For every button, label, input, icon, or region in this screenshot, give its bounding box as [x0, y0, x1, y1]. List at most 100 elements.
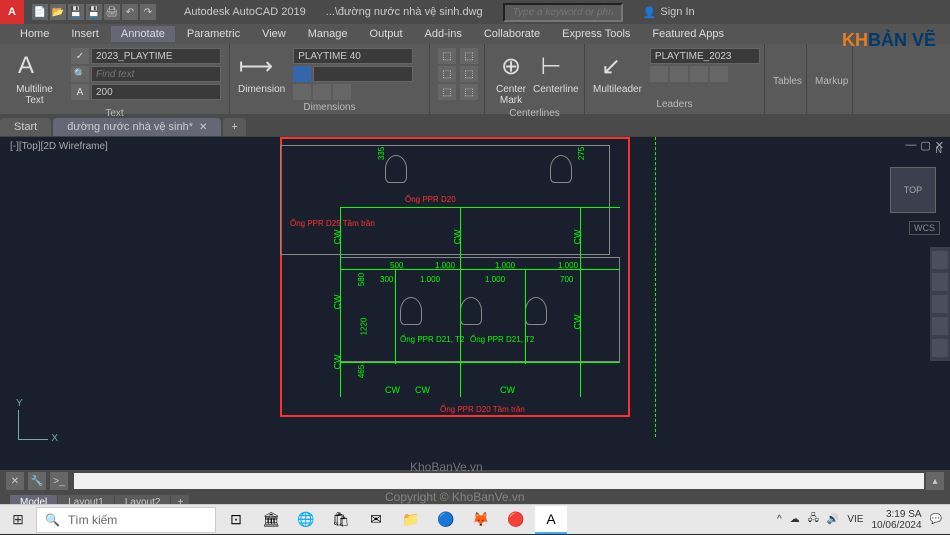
tab-output[interactable]: Output [360, 26, 413, 42]
multileader-button[interactable]: ↙ Multileader [593, 48, 642, 95]
tool3-icon[interactable]: ⬚ [438, 84, 456, 100]
multileader-icon: ↙ [593, 48, 629, 84]
windows-search[interactable]: 🔍 Tìm kiếm [36, 507, 216, 533]
toilet-icon [550, 155, 572, 183]
explorer-icon[interactable]: 📁 [395, 506, 427, 534]
compass-n[interactable]: N [936, 145, 943, 155]
text-height-input[interactable] [91, 84, 221, 100]
find-text-input[interactable] [91, 66, 221, 82]
undo-icon[interactable]: ↶ [122, 4, 138, 20]
command-input[interactable] [74, 473, 924, 489]
dim-layer-select[interactable] [313, 66, 413, 82]
taskview-icon[interactable]: ⊡ [220, 506, 252, 534]
signin-button[interactable]: 👤 Sign In [643, 6, 695, 19]
saveas-icon[interactable]: 💾 [86, 4, 102, 20]
dim-style-select[interactable] [293, 48, 413, 64]
tool2-icon[interactable]: ⬚ [438, 66, 456, 82]
tab-express[interactable]: Express Tools [552, 26, 640, 42]
autocad-icon[interactable]: A [535, 506, 567, 534]
leader-tool4-icon[interactable] [710, 66, 728, 82]
view-cube[interactable]: TOP [890, 167, 936, 213]
save-icon[interactable]: 💾 [68, 4, 84, 20]
panel-text: A Multiline Text ✓ 🔍 A Text [0, 44, 230, 114]
tab-insert[interactable]: Insert [61, 26, 109, 42]
customize-icon[interactable]: 🔧 [28, 472, 46, 490]
search-icon: 🔍 [45, 513, 60, 527]
leader-tool3-icon[interactable] [690, 66, 708, 82]
multiline-text-button[interactable]: A Multiline Text [8, 48, 61, 106]
dimension-button[interactable]: ⟼ Dimension [238, 48, 285, 95]
pipe [525, 269, 526, 364]
chrome-icon[interactable]: 🔴 [500, 506, 532, 534]
leader-tool1-icon[interactable] [650, 66, 668, 82]
notification-icon[interactable]: 💬 [930, 514, 942, 525]
wcs-label[interactable]: WCS [909, 221, 940, 235]
pan-icon[interactable] [932, 273, 948, 291]
tab-addins[interactable]: Add-ins [415, 26, 472, 42]
close-icon[interactable]: ✕ [199, 122, 207, 133]
tab-parametric[interactable]: Parametric [177, 26, 250, 42]
tool5-icon[interactable]: ⬚ [460, 66, 478, 82]
tab-home[interactable]: Home [10, 26, 59, 42]
tool6-icon[interactable]: ⬚ [460, 84, 478, 100]
color-swatch[interactable] [293, 66, 311, 82]
tab-start[interactable]: Start [0, 118, 51, 136]
app-icon[interactable]: 🌐 [290, 506, 322, 534]
start-button[interactable]: ⊞ [0, 505, 36, 535]
mail-icon[interactable]: ✉ [360, 506, 392, 534]
store-icon[interactable]: 🛍 [325, 506, 357, 534]
text-style-select[interactable] [91, 48, 221, 64]
app-logo[interactable]: A [0, 0, 24, 24]
language-indicator[interactable]: VIE [847, 514, 863, 525]
new-icon[interactable]: 📄 [32, 4, 48, 20]
network-icon[interactable]: 🖧 [808, 511, 819, 528]
app-icon[interactable]: 🔵 [430, 506, 462, 534]
centermark-icon: ⊕ [493, 48, 529, 84]
windows-taskbar: ⊞ 🔍 Tìm kiếm ⊡ 🏛 🌐 🛍 ✉ 📁 🔵 🦊 🔴 A ^ ☁ 🖧 🔊… [0, 504, 950, 534]
showmotion-icon[interactable] [932, 339, 948, 357]
new-tab-button[interactable]: + [223, 118, 245, 136]
linear-dim-icon[interactable] [293, 84, 311, 100]
toilet-icon [525, 297, 547, 325]
navigation-bar [930, 247, 950, 361]
close-icon[interactable]: ✕ [6, 472, 24, 490]
navwheel-icon[interactable] [932, 251, 948, 269]
leader-tool2-icon[interactable] [670, 66, 688, 82]
zoom-icon[interactable] [932, 295, 948, 313]
minimize-icon[interactable]: — [905, 139, 916, 152]
centerline-button[interactable]: ⊢ Centerline [533, 48, 579, 95]
continue-dim-icon[interactable] [333, 84, 351, 100]
tab-current-drawing[interactable]: đường nước nhà vệ sinh*✕ [53, 118, 221, 136]
help-search[interactable] [503, 3, 623, 22]
onedrive-icon[interactable]: ☁ [790, 514, 800, 525]
leader-style-select[interactable] [650, 48, 760, 64]
redo-icon[interactable]: ↷ [140, 4, 156, 20]
open-icon[interactable]: 📂 [50, 4, 66, 20]
quick-dim-icon[interactable] [313, 84, 331, 100]
clock[interactable]: 3:19 SA 10/06/2024 [871, 509, 921, 531]
chevron-up-icon[interactable]: ^ [777, 514, 782, 525]
history-icon[interactable]: ▴ [926, 472, 944, 490]
toilet-icon [400, 297, 422, 325]
tab-collaborate[interactable]: Collaborate [474, 26, 550, 42]
drawing-canvas[interactable]: [-][Top][2D Wireframe] — ▢ ✕ CW CW CW CW… [0, 136, 950, 470]
find-icon[interactable]: 🔍 [71, 66, 89, 82]
panel-centerlines: ⊕ Center Mark ⊢ Centerline Centerlines [485, 44, 585, 114]
orbit-icon[interactable] [932, 317, 948, 335]
centermark-button[interactable]: ⊕ Center Mark [493, 48, 529, 106]
restore-icon[interactable]: ▢ [920, 139, 930, 152]
app-icon[interactable]: 🏛 [255, 506, 287, 534]
ribbon: A Multiline Text ✓ 🔍 A Text ⟼ Dimension [0, 44, 950, 114]
viewport-label[interactable]: [-][Top][2D Wireframe] [10, 141, 108, 152]
volume-icon[interactable]: 🔊 [827, 514, 839, 525]
tab-annotate[interactable]: Annotate [111, 26, 175, 42]
tool1-icon[interactable]: ⬚ [438, 48, 456, 64]
tab-view[interactable]: View [252, 26, 296, 42]
tab-manage[interactable]: Manage [298, 26, 358, 42]
plot-icon[interactable]: 🖨 [104, 4, 120, 20]
app-icon[interactable]: 🦊 [465, 506, 497, 534]
abc-icon[interactable]: ✓ [71, 48, 89, 64]
height-icon[interactable]: A [71, 84, 89, 100]
tab-featured[interactable]: Featured Apps [642, 26, 734, 42]
tool4-icon[interactable]: ⬚ [460, 48, 478, 64]
